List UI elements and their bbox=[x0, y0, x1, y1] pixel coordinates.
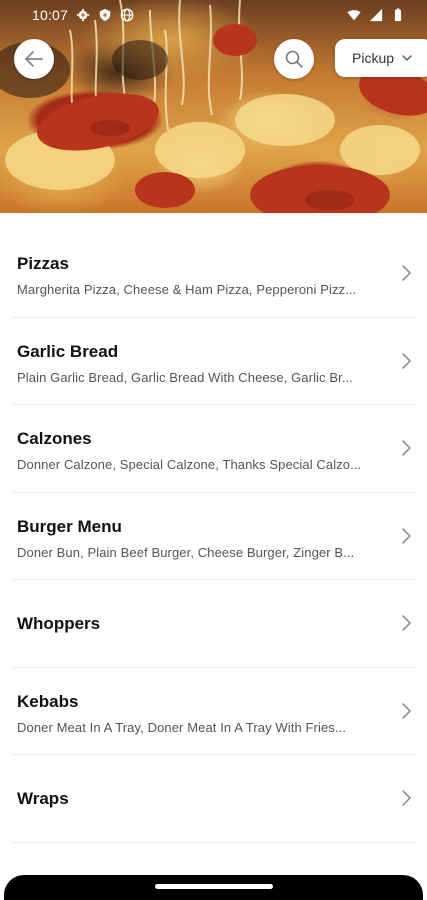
status-bar: 10:07 bbox=[0, 0, 427, 30]
chevron-down-icon bbox=[402, 55, 412, 61]
chevron-right-icon bbox=[402, 528, 411, 544]
menu-category-pizzas[interactable]: Pizzas Margherita Pizza, Cheese & Ham Pi… bbox=[12, 230, 415, 318]
shield-icon bbox=[99, 8, 111, 22]
menu-category-garlic-bread[interactable]: Garlic Bread Plain Garlic Bread, Garlic … bbox=[12, 318, 415, 405]
back-arrow-icon bbox=[25, 51, 43, 67]
category-title: Burger Menu bbox=[17, 516, 122, 536]
order-mode-label: Pickup bbox=[352, 50, 395, 66]
search-icon bbox=[285, 50, 303, 68]
menu-category-list: Pizzas Margherita Pizza, Cheese & Ham Pi… bbox=[0, 230, 427, 843]
search-button[interactable] bbox=[274, 39, 314, 79]
category-title: Whoppers bbox=[17, 614, 101, 633]
category-description: Donner Calzone, Special Calzone, Thanks … bbox=[17, 457, 362, 472]
gear-icon bbox=[76, 8, 90, 22]
chevron-right-icon bbox=[402, 440, 411, 456]
category-title: Wraps bbox=[17, 789, 69, 808]
category-description: Doner Bun, Plain Beef Burger, Cheese Bur… bbox=[17, 544, 355, 560]
menu-category-whoppers[interactable]: Whoppers bbox=[12, 580, 415, 668]
globe-icon bbox=[120, 8, 134, 22]
chevron-right-icon bbox=[402, 353, 411, 369]
home-indicator[interactable] bbox=[155, 884, 273, 889]
order-mode-dropdown[interactable]: Pickup bbox=[335, 39, 427, 77]
chevron-right-icon bbox=[402, 703, 411, 719]
category-description: Plain Garlic Bread, Garlic Bread With Ch… bbox=[17, 369, 353, 385]
menu-category-calzones[interactable]: Calzones Donner Calzone, Special Calzone… bbox=[12, 405, 415, 493]
menu-category-burger-menu[interactable]: Burger Menu Doner Bun, Plain Beef Burger… bbox=[12, 493, 415, 580]
category-description: Doner Meat In A Tray, Doner Meat In A Tr… bbox=[17, 719, 347, 735]
screen: 10:07 Pickup Pizzas Margherita Pizza, Ch… bbox=[0, 0, 427, 900]
category-title: Garlic Bread bbox=[17, 341, 119, 361]
back-button[interactable] bbox=[14, 39, 54, 79]
menu-category-wraps[interactable]: Wraps bbox=[12, 755, 415, 843]
menu-category-kebabs[interactable]: Kebabs Doner Meat In A Tray, Doner Meat … bbox=[12, 668, 415, 755]
chevron-right-icon bbox=[402, 790, 411, 806]
signal-icon bbox=[369, 8, 383, 22]
cheese-strands-graphic bbox=[0, 0, 427, 213]
category-description: Margherita Pizza, Cheese & Ham Pizza, Pe… bbox=[17, 282, 357, 297]
category-title: Calzones bbox=[17, 429, 92, 448]
battery-icon bbox=[394, 8, 402, 22]
category-title: Pizzas bbox=[17, 254, 69, 273]
status-time: 10:07 bbox=[32, 7, 69, 23]
wifi-icon bbox=[347, 10, 361, 21]
category-title: Kebabs bbox=[17, 691, 79, 711]
chevron-right-icon bbox=[402, 265, 411, 281]
hero-pizza-image: 10:07 Pickup bbox=[0, 0, 427, 213]
chevron-right-icon bbox=[402, 615, 411, 631]
